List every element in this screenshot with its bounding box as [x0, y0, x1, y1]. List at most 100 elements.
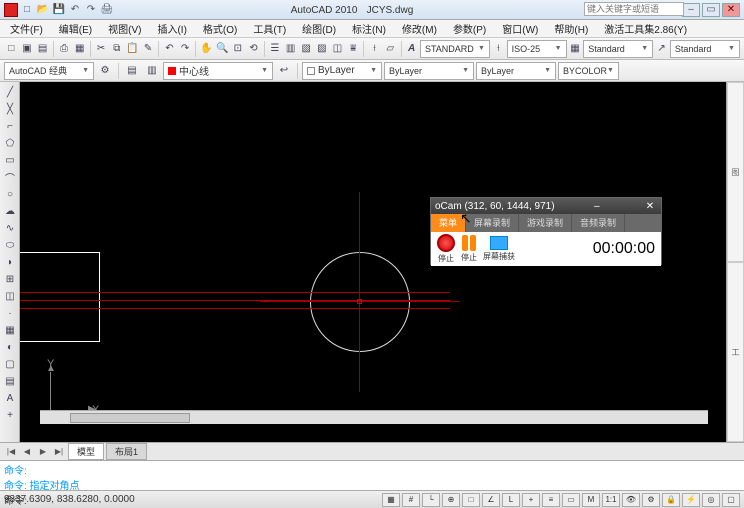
ocam-tab-audio[interactable]: 音频录制: [572, 214, 625, 232]
menu-tools[interactable]: 工具(T): [247, 19, 292, 38]
cut-icon[interactable]: ✂: [94, 40, 109, 58]
redo-icon[interactable]: ↷: [178, 40, 193, 58]
palette-tab-1[interactable]: 图: [727, 82, 744, 262]
menu-view[interactable]: 视图(V): [102, 19, 147, 38]
ellipse-arc-icon[interactable]: ◗: [2, 254, 18, 270]
xline-icon[interactable]: ╳: [2, 101, 18, 117]
tab-nav-prev[interactable]: ◀: [20, 445, 34, 459]
markup-icon[interactable]: ◫: [330, 40, 345, 58]
save-icon[interactable]: ▤: [35, 40, 50, 58]
ocam-close-icon[interactable]: ✕: [643, 201, 657, 212]
make-block-icon[interactable]: ◫: [2, 288, 18, 304]
tab-model[interactable]: 模型: [68, 443, 104, 460]
tab-nav-first[interactable]: |◀: [4, 445, 18, 459]
menu-format[interactable]: 格式(O): [197, 19, 243, 38]
qat-print-icon[interactable]: 🖨: [100, 2, 114, 16]
layer-state-icon[interactable]: ▥: [143, 62, 161, 80]
ws-settings-icon[interactable]: ⚙: [96, 62, 114, 80]
menu-file[interactable]: 文件(F): [4, 19, 49, 38]
zoom-icon[interactable]: 🔍: [215, 40, 230, 58]
region-icon[interactable]: ▢: [2, 356, 18, 372]
plot-icon[interactable]: ⎙: [57, 40, 72, 58]
lineweight-dropdown[interactable]: ByLayer: [476, 62, 556, 80]
dist-icon[interactable]: ⟊: [367, 40, 382, 58]
zoom-prev-icon[interactable]: ⟲: [246, 40, 261, 58]
pline-icon[interactable]: ⌐: [2, 118, 18, 134]
line-icon[interactable]: ╱: [2, 84, 18, 100]
menu-help[interactable]: 帮助(H): [548, 19, 594, 38]
undo-icon[interactable]: ↶: [162, 40, 177, 58]
revcloud-icon[interactable]: ☁: [2, 203, 18, 219]
mleader-icon[interactable]: ↗: [654, 40, 669, 58]
pan-icon[interactable]: ✋: [199, 40, 214, 58]
menu-modify[interactable]: 修改(M): [396, 19, 443, 38]
command-line[interactable]: 命令: 命令: 指定对角点 命令:: [0, 460, 744, 490]
dim-icon[interactable]: ⟊: [491, 40, 506, 58]
ocam-capture-button[interactable]: 屏幕捕获: [483, 236, 515, 262]
match-icon[interactable]: ✎: [141, 40, 156, 58]
layer-props-icon[interactable]: ▤: [123, 62, 141, 80]
help-search-input[interactable]: [584, 2, 684, 16]
mtext-icon[interactable]: A: [2, 390, 18, 406]
tool-palette-icon[interactable]: ▧: [299, 40, 314, 58]
scrollbar-thumb[interactable]: [70, 413, 190, 423]
zoom-window-icon[interactable]: ⊡: [231, 40, 246, 58]
qat-save-icon[interactable]: 💾: [52, 2, 66, 16]
ocam-stop-button[interactable]: 停止: [437, 234, 455, 264]
menu-edit[interactable]: 编辑(E): [53, 19, 98, 38]
ocam-window[interactable]: oCam (312, 60, 1444, 971) – ✕ 菜单 屏幕录制 游戏…: [430, 197, 662, 265]
ocam-titlebar[interactable]: oCam (312, 60, 1444, 971) – ✕: [431, 198, 661, 214]
new-icon[interactable]: □: [4, 40, 19, 58]
layer-prev-icon[interactable]: ↩: [275, 62, 293, 80]
horizontal-scrollbar[interactable]: [40, 410, 708, 424]
spline-icon[interactable]: ∿: [2, 220, 18, 236]
copy-icon[interactable]: ⧉: [109, 40, 124, 58]
open-icon[interactable]: ▣: [20, 40, 35, 58]
rectangle-icon[interactable]: ▭: [2, 152, 18, 168]
hatch-icon[interactable]: ▦: [2, 322, 18, 338]
insert-block-icon[interactable]: ⊞: [2, 271, 18, 287]
design-center-icon[interactable]: ▥: [283, 40, 298, 58]
workspace-dropdown[interactable]: AutoCAD 经典: [4, 62, 94, 80]
table-icon[interactable]: ▦: [568, 40, 583, 58]
ocam-tab-game[interactable]: 游戏录制: [519, 214, 572, 232]
qat-open-icon[interactable]: 📂: [36, 2, 50, 16]
addselected-icon[interactable]: +: [2, 407, 18, 423]
plotstyle-dropdown[interactable]: BYCOLOR: [558, 62, 619, 80]
qat-new-icon[interactable]: □: [20, 2, 34, 16]
layer-dropdown[interactable]: 中心线: [163, 62, 273, 80]
quickcalc-icon[interactable]: ⩸: [346, 40, 361, 58]
gradient-icon[interactable]: ◐: [2, 339, 18, 355]
arc-icon[interactable]: ⌒: [2, 169, 18, 185]
menu-window[interactable]: 窗口(W): [496, 19, 544, 38]
sheet-set-icon[interactable]: ▨: [315, 40, 330, 58]
minimize-button[interactable]: –: [682, 3, 700, 17]
menu-draw[interactable]: 绘图(D): [296, 19, 342, 38]
preview-icon[interactable]: ▦: [72, 40, 87, 58]
ocam-pause-button[interactable]: 停止: [461, 235, 477, 263]
ocam-minimize-icon[interactable]: –: [594, 201, 600, 212]
close-button[interactable]: ✕: [722, 3, 740, 17]
properties-icon[interactable]: ☰: [268, 40, 283, 58]
tab-nav-next[interactable]: ▶: [36, 445, 50, 459]
text-a-icon[interactable]: A: [404, 40, 419, 58]
ellipse-icon[interactable]: ⬭: [2, 237, 18, 253]
ocam-tab-menu[interactable]: 菜单: [431, 214, 466, 232]
menu-express[interactable]: 激活工具集2.86(Y): [598, 19, 693, 38]
menu-insert[interactable]: 插入(I): [151, 19, 192, 38]
qat-redo-icon[interactable]: ↷: [84, 2, 98, 16]
point-icon[interactable]: ·: [2, 305, 18, 321]
menu-dimension[interactable]: 标注(N): [346, 19, 392, 38]
app-logo-icon[interactable]: [4, 3, 18, 17]
palette-tab-2[interactable]: 工: [727, 262, 744, 442]
tablestyle-dropdown[interactable]: Standard: [583, 40, 653, 58]
qat-undo-icon[interactable]: ↶: [68, 2, 82, 16]
menu-parametric[interactable]: 参数(P): [447, 19, 492, 38]
maximize-button[interactable]: ▭: [702, 3, 720, 17]
color-dropdown[interactable]: ByLayer: [302, 62, 382, 80]
paste-icon[interactable]: 📋: [125, 40, 140, 58]
textstyle-dropdown[interactable]: STANDARD: [420, 40, 490, 58]
linetype-dropdown[interactable]: ByLayer: [384, 62, 474, 80]
area-icon[interactable]: ▱: [383, 40, 398, 58]
table-draw-icon[interactable]: ▤: [2, 373, 18, 389]
